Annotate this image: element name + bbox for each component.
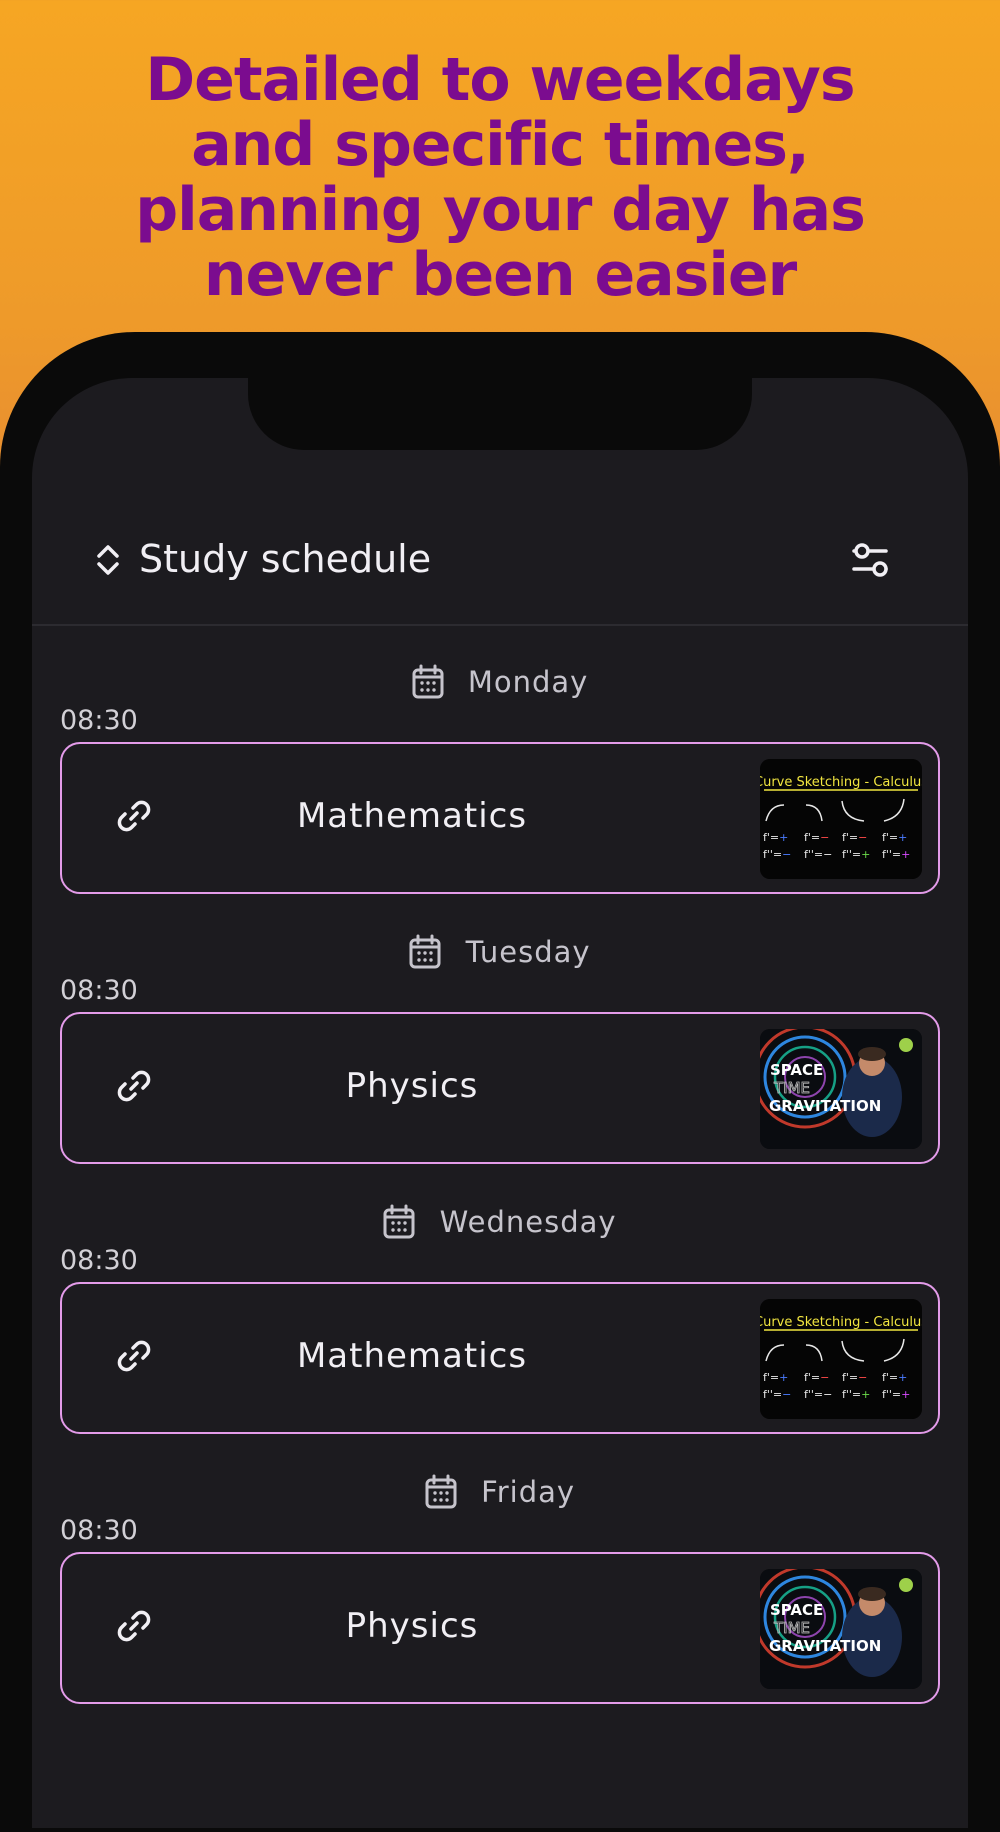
schedule-card[interactable]: Mathematics Curve Sketching - Calculus f…: [60, 1282, 940, 1434]
gravitation-video-thumbnail: SPACE TIME GRAVITATION: [760, 1029, 922, 1149]
svg-text:TIME: TIME: [773, 1079, 810, 1097]
unfold-chevrons-icon[interactable]: [88, 540, 128, 580]
svg-text:f''=+: f''=+: [842, 1388, 870, 1401]
headline-line-1: Detailed to weekdays: [145, 45, 855, 115]
svg-text:f'=+: f'=+: [882, 1371, 907, 1384]
svg-text:f''=+: f''=+: [882, 1388, 910, 1401]
thumbnail-title: Curve Sketching - Calculus: [760, 1315, 922, 1330]
svg-text:f'=+: f'=+: [882, 831, 907, 844]
sliders-icon[interactable]: [848, 536, 896, 584]
svg-text:SPACE: SPACE: [770, 1601, 823, 1619]
subject-name: Mathematics: [296, 796, 528, 836]
phone-notch: [248, 378, 752, 450]
day-name: Monday: [467, 665, 589, 699]
svg-text:f''=−: f''=−: [763, 1388, 791, 1401]
subject-name: Physics: [345, 1606, 479, 1646]
video-thumbnail[interactable]: SPACE TIME GRAVITATION: [760, 1029, 922, 1149]
day-header: Monday: [32, 660, 968, 702]
link-icon[interactable]: [114, 1066, 154, 1106]
day-header: Wednesday: [32, 1200, 968, 1242]
link-icon[interactable]: [114, 1336, 154, 1376]
calendar-icon: [425, 1474, 457, 1509]
svg-text:f'=−: f'=−: [842, 1371, 867, 1384]
day-name: Wednesday: [439, 1205, 617, 1239]
time-label: 08:30: [60, 975, 138, 1006]
svg-text:f'=−: f'=−: [804, 831, 829, 844]
headline-line-2: and specific times,: [191, 110, 810, 180]
video-thumbnail[interactable]: Curve Sketching - Calculus f'=+ f'=− f'=…: [760, 1299, 922, 1419]
time-label: 08:30: [60, 1245, 138, 1276]
calculus-video-thumbnail: Curve Sketching - Calculus f'=+ f'=− f'=…: [760, 759, 922, 879]
schedule-card[interactable]: Physics SPACE TIME GRAVITATION: [60, 1552, 940, 1704]
svg-text:GRAVITATION: GRAVITATION: [769, 1097, 881, 1115]
day-header: Tuesday: [32, 930, 968, 972]
headline: Detailed to weekdays and specific times,…: [0, 48, 1000, 308]
time-label: 08:30: [60, 705, 138, 736]
time-label: 08:30: [60, 1515, 138, 1546]
svg-text:f'=−: f'=−: [804, 1371, 829, 1384]
video-thumbnail[interactable]: Curve Sketching - Calculus f'=+ f'=− f'=…: [760, 759, 922, 879]
thumbnail-title: Curve Sketching - Calculus: [760, 775, 922, 790]
page-title: Study schedule: [139, 537, 432, 581]
svg-text:f''=−: f''=−: [804, 848, 832, 861]
headline-line-4: never been easier: [203, 240, 797, 310]
video-thumbnail[interactable]: SPACE TIME GRAVITATION: [760, 1569, 922, 1689]
gravitation-video-thumbnail: SPACE TIME GRAVITATION: [760, 1569, 922, 1689]
day-name: Tuesday: [465, 935, 591, 969]
svg-text:GRAVITATION: GRAVITATION: [769, 1637, 881, 1655]
subject-name: Mathematics: [296, 1336, 528, 1376]
headline-line-3: planning your day has: [135, 175, 866, 245]
svg-text:f'=−: f'=−: [842, 831, 867, 844]
svg-text:f''=−: f''=−: [804, 1388, 832, 1401]
calendar-icon: [412, 664, 444, 699]
subject-name: Physics: [345, 1066, 479, 1106]
calculus-video-thumbnail: Curve Sketching - Calculus f'=+ f'=− f'=…: [760, 1299, 922, 1419]
schedule-card[interactable]: Mathematics Curve Sketching - Calculus f…: [60, 742, 940, 894]
schedule-card[interactable]: Physics SPACE TIME GRAVITATION: [60, 1012, 940, 1164]
svg-text:f''=+: f''=+: [842, 848, 870, 861]
day-name: Friday: [481, 1475, 576, 1509]
link-icon[interactable]: [114, 1606, 154, 1646]
svg-text:f''=+: f''=+: [882, 848, 910, 861]
svg-text:f'=+: f'=+: [763, 1371, 788, 1384]
svg-text:f'=+: f'=+: [763, 831, 788, 844]
day-header: Friday: [32, 1470, 968, 1512]
calendar-icon: [383, 1204, 415, 1239]
svg-text:SPACE: SPACE: [770, 1061, 823, 1079]
svg-text:f''=−: f''=−: [763, 848, 791, 861]
app-bar: Study schedule: [32, 520, 968, 626]
link-icon[interactable]: [114, 796, 154, 836]
svg-text:TIME: TIME: [773, 1619, 810, 1637]
calendar-icon: [409, 934, 441, 969]
